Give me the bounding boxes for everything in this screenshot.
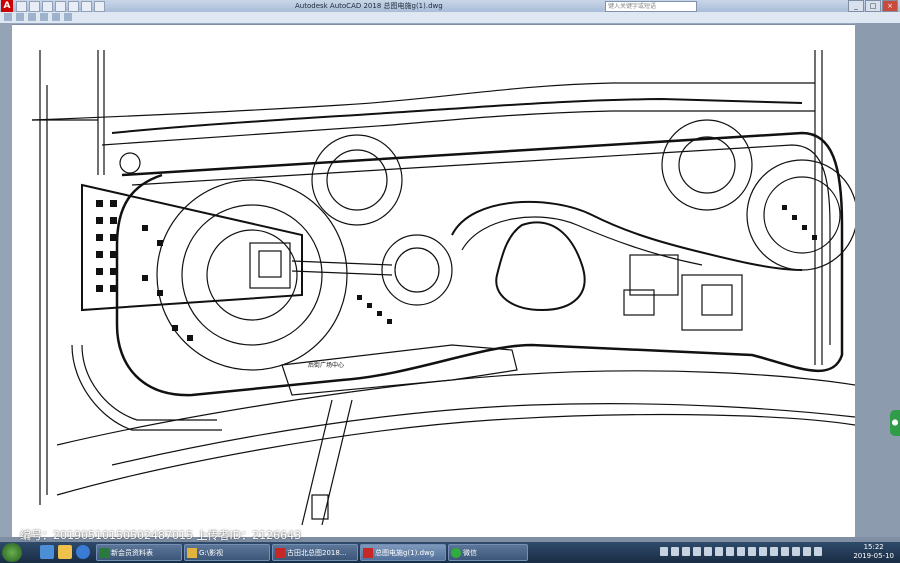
browser-quick-icon[interactable] <box>76 545 90 559</box>
tray-icon[interactable] <box>671 547 679 556</box>
left-gutter <box>0 23 12 537</box>
open-file-icon[interactable] <box>29 0 40 12</box>
tray-icon[interactable] <box>737 547 745 556</box>
folder-icon <box>187 548 197 558</box>
system-tray <box>660 547 822 556</box>
right-gutter <box>855 23 900 537</box>
clock-time: 15:22 <box>863 543 884 551</box>
tray-icon[interactable] <box>792 547 800 556</box>
taskbar-item-wechat[interactable]: 微信 <box>448 544 528 561</box>
excel-icon <box>99 548 109 558</box>
explorer-quick-icon[interactable] <box>40 545 54 559</box>
ribbon-toolbar <box>0 12 900 24</box>
quick-access-toolbar <box>16 0 105 12</box>
tray-icon[interactable] <box>770 547 778 556</box>
undo-icon[interactable] <box>81 0 92 12</box>
clock[interactable]: 15:22 2019-05-10 <box>853 543 894 561</box>
print-icon[interactable] <box>68 0 79 12</box>
watermark-text: 编号：20190510150502487015 上传者ID：2126643 <box>20 529 302 542</box>
search-input[interactable]: 键入关键字或短语 <box>605 1 697 12</box>
ribbon-tool-icon[interactable] <box>40 13 48 21</box>
drawing-canvas[interactable]: 后街广场中心 <box>12 25 855 537</box>
tray-icon[interactable] <box>660 547 668 556</box>
taskbar: 新会员资料表 G:\影视 古田北总图2018... 总图电施g(1).dwg 微… <box>0 542 900 563</box>
tray-icon[interactable] <box>726 547 734 556</box>
plaza-label: 后街广场中心 <box>308 362 345 369</box>
tray-icon[interactable] <box>759 547 767 556</box>
autocad-icon <box>275 548 285 558</box>
tray-icon[interactable] <box>748 547 756 556</box>
save-icon[interactable] <box>42 0 53 12</box>
ribbon-tool-icon[interactable] <box>64 13 72 21</box>
tray-icon[interactable] <box>704 547 712 556</box>
tray-icon[interactable] <box>803 547 811 556</box>
taskbar-item-autocad-1[interactable]: 古田北总图2018... <box>272 544 358 561</box>
redo-icon[interactable] <box>94 0 105 12</box>
wechat-icon <box>451 548 461 558</box>
site-plan-drawing <box>31 50 855 526</box>
taskbar-item-folder[interactable]: G:\影视 <box>184 544 270 561</box>
tray-icon[interactable] <box>715 547 723 556</box>
start-button[interactable] <box>2 543 22 562</box>
minimize-icon[interactable]: _ <box>848 0 864 12</box>
clock-date: 2019-05-10 <box>853 552 894 560</box>
taskbar-item-excel[interactable]: 新会员资料表 <box>96 544 182 561</box>
new-file-icon[interactable] <box>16 0 27 12</box>
maximize-icon[interactable]: □ <box>865 0 881 12</box>
tray-icon[interactable] <box>781 547 789 556</box>
autocad-icon <box>363 548 373 558</box>
tray-icon[interactable] <box>693 547 701 556</box>
ribbon-tool-icon[interactable] <box>16 13 24 21</box>
side-badge-icon[interactable]: ⬤ <box>890 410 900 436</box>
autocad-logo-icon[interactable]: A <box>1 0 13 12</box>
taskbar-item-autocad-2[interactable]: 总图电施g(1).dwg <box>360 544 446 561</box>
folder-quick-icon[interactable] <box>58 545 72 559</box>
save-as-icon[interactable] <box>55 0 66 12</box>
tray-icon[interactable] <box>814 547 822 556</box>
ribbon-tool-icon[interactable] <box>28 13 36 21</box>
close-icon[interactable]: × <box>882 0 898 12</box>
window-title: Autodesk AutoCAD 2018 总图电施g(1).dwg <box>295 2 443 10</box>
ribbon-tool-icon[interactable] <box>4 13 12 21</box>
tray-icon[interactable] <box>682 547 690 556</box>
ribbon-tool-icon[interactable] <box>52 13 60 21</box>
window-controls: _ □ × <box>848 0 898 12</box>
